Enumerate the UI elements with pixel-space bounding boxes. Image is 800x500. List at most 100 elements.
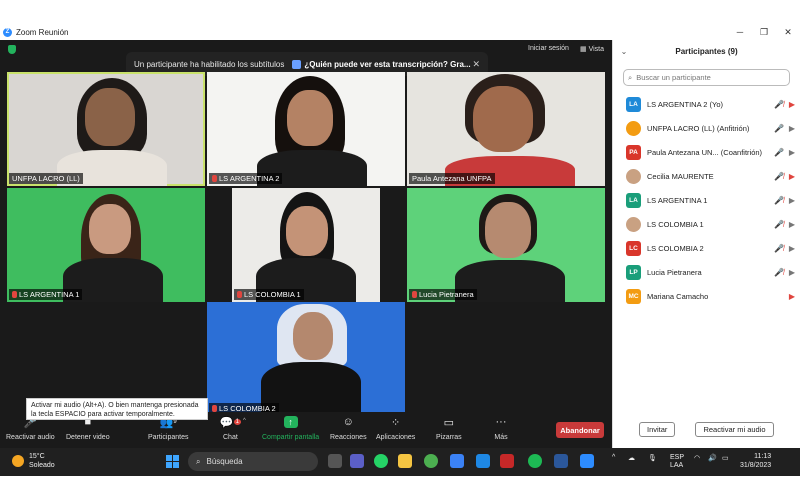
whiteboards-button[interactable]: ▭ Pizarras: [436, 416, 462, 442]
video-tile[interactable]: LS ARGENTINA 1: [7, 188, 205, 302]
participant-row[interactable]: MC Mariana Camacho ▶: [613, 284, 800, 308]
weather-desc: Soleado: [29, 462, 55, 469]
battery-icon[interactable]: ▭: [722, 454, 729, 462]
reactions-button[interactable]: ☺ Reacciones: [330, 416, 367, 441]
participant-row[interactable]: UNFPA LACRO (LL) (Anfitrión) 🎤 ▶: [613, 116, 800, 140]
unmute-me-button[interactable]: Reactivar mi audio: [695, 422, 774, 437]
close-window-button[interactable]: ✕: [776, 27, 800, 38]
video-tile[interactable]: LS ARGENTINA 2: [207, 72, 405, 186]
participant-row[interactable]: Cecilia MAURENTE 🎤̸ ▶: [613, 164, 800, 188]
panel-footer: Invitar Reactivar mi audio: [613, 422, 800, 437]
collapse-panel-icon[interactable]: ⌄: [613, 47, 635, 56]
chrome-icon[interactable]: [424, 454, 438, 468]
leave-meeting-button[interactable]: Abandonar: [556, 422, 604, 438]
video-off-icon: ▶: [788, 291, 796, 301]
view-button[interactable]: ▦ Vista: [580, 45, 604, 53]
banner-message: Un participante ha habilitado los subtít…: [134, 59, 285, 69]
participant-row[interactable]: LA LS ARGENTINA 2 (Yo) 🎤̸ ▶: [613, 92, 800, 116]
video-tile[interactable]: Paula Antezana UNFPA: [407, 72, 605, 186]
muted-mic-icon: 🎤̸: [774, 243, 784, 253]
chat-button[interactable]: 💬 1 Chat ^: [219, 416, 246, 442]
video-icon: ▶: [788, 243, 796, 253]
clock-time: 11:13: [754, 453, 772, 460]
volume-icon[interactable]: 🔊: [708, 454, 717, 462]
mcafee-icon[interactable]: [500, 454, 514, 468]
participant-name: LS COLOMBIA 2: [647, 243, 704, 253]
participant-row[interactable]: LA LS ARGENTINA 1 🎤̸ ▶: [613, 188, 800, 212]
participant-name: Paula Antezana UN... (Coanfitrión): [647, 147, 763, 157]
tile-name: LS COLOMBIA 1: [244, 290, 301, 299]
muted-mic-icon: 🎤̸: [774, 195, 784, 205]
invite-button[interactable]: Invitar: [639, 422, 676, 437]
taskbar-search-label: Búsqueda: [206, 457, 243, 466]
muted-mic-icon: [212, 405, 217, 412]
participant-row[interactable]: LS COLOMBIA 1 🎤̸ ▶: [613, 212, 800, 236]
signin-link[interactable]: Iniciar sesión: [528, 45, 569, 52]
tile-nameplate: LS ARGENTINA 2: [209, 173, 283, 184]
language-indicator[interactable]: ESP LAA: [670, 454, 684, 470]
apps-icon: ⁘: [391, 416, 401, 429]
weather-temp: 15°C: [29, 453, 45, 460]
muted-mic-icon: 🎤̸: [774, 171, 784, 181]
apps-button[interactable]: ⁘ Aplicaciones: [376, 416, 415, 442]
taskbar-search-input[interactable]: ⌕ Búsqueda: [188, 452, 318, 471]
video-icon: ▶: [788, 219, 796, 229]
wifi-icon[interactable]: ◠: [694, 454, 700, 462]
share-screen-button[interactable]: ↑ Compartir pantalla: [262, 416, 319, 441]
tile-nameplate: UNFPA LACRO (LL): [9, 173, 83, 184]
weather-widget[interactable]: 15°C Soleado: [12, 452, 55, 470]
participant-row[interactable]: LC LS COLOMBIA 2 🎤̸ ▶: [613, 236, 800, 260]
tray-overflow-icon[interactable]: ^: [612, 454, 615, 461]
video-tile[interactable]: LS COLOMBIA 2: [207, 302, 405, 416]
captions-icon: [292, 59, 302, 69]
search-icon: ⌕: [628, 72, 633, 82]
cloud-icon[interactable]: ☁: [628, 454, 635, 462]
minimize-button[interactable]: ─: [728, 27, 752, 37]
chat-caret-icon[interactable]: ^: [243, 418, 246, 424]
video-tile[interactable]: LS COLOMBIA 1: [232, 188, 380, 302]
mail-icon[interactable]: [450, 454, 464, 468]
file-explorer-icon[interactable]: [398, 454, 412, 468]
share-screen-icon: ↑: [283, 416, 298, 428]
mic-icon: 🎤: [774, 147, 784, 157]
microphone-tray-icon[interactable]: 🎙: [648, 454, 657, 462]
tile-name: Lucia Pietranera: [419, 290, 474, 299]
windows-start-icon[interactable]: [166, 455, 179, 468]
video-off-icon: ▶: [788, 171, 796, 181]
lang-layout: LAA: [670, 462, 684, 469]
sun-icon: [12, 455, 24, 467]
participant-row[interactable]: LP Lucia Pietranera 🎤̸ ▶: [613, 260, 800, 284]
video-tile[interactable]: UNFPA LACRO (LL): [7, 72, 205, 186]
teams-icon[interactable]: [350, 454, 364, 468]
participant-search-input[interactable]: ⌕ Buscar un participante: [623, 69, 790, 86]
muted-mic-icon: [12, 291, 17, 298]
participant-face: [473, 86, 533, 152]
task-view-icon[interactable]: [328, 454, 342, 468]
system-clock[interactable]: 11:13 31/8/2023: [740, 452, 771, 470]
app-l-icon[interactable]: [476, 454, 490, 468]
lang-code: ESP: [670, 454, 685, 461]
meeting-area: Iniciar sesión ▦ Vista Un participante h…: [0, 40, 612, 416]
more-label: Más: [494, 434, 508, 441]
zoom-taskbar-icon[interactable]: [580, 454, 594, 468]
chat-label: Chat: [223, 434, 238, 441]
participant-row[interactable]: PA Paula Antezana UN... (Coanfitrión) 🎤 ▶: [613, 140, 800, 164]
muted-mic-icon: 🎤̸: [774, 219, 784, 229]
whatsapp-icon[interactable]: [374, 454, 388, 468]
participant-name: UNFPA LACRO (LL) (Anfitrión): [647, 123, 750, 133]
unmute-tooltip: Activar mi audio (Alt+A). O bien manteng…: [26, 398, 208, 420]
transcript-link[interactable]: ¿Quién puede ver esta transcripción? Gra…: [304, 60, 470, 69]
more-button[interactable]: ··· Más: [494, 416, 508, 441]
close-banner-icon[interactable]: ✕: [472, 59, 480, 70]
video-tile[interactable]: Lucia Pietranera: [407, 188, 605, 302]
word-icon[interactable]: [554, 454, 568, 468]
maximize-button[interactable]: ❐: [752, 27, 776, 38]
spotify-icon[interactable]: [528, 454, 542, 468]
video-icon: ▶: [788, 123, 796, 133]
view-label: Vista: [588, 46, 604, 53]
unmute-label: Reactivar audio: [6, 434, 55, 441]
security-shield-icon[interactable]: [8, 45, 16, 54]
participant-name: Mariana Camacho: [647, 291, 709, 301]
participants-panel: ⌄ Participantes (9) ⌕ Buscar un particip…: [612, 40, 800, 448]
chat-icon: 💬 1: [219, 416, 241, 429]
